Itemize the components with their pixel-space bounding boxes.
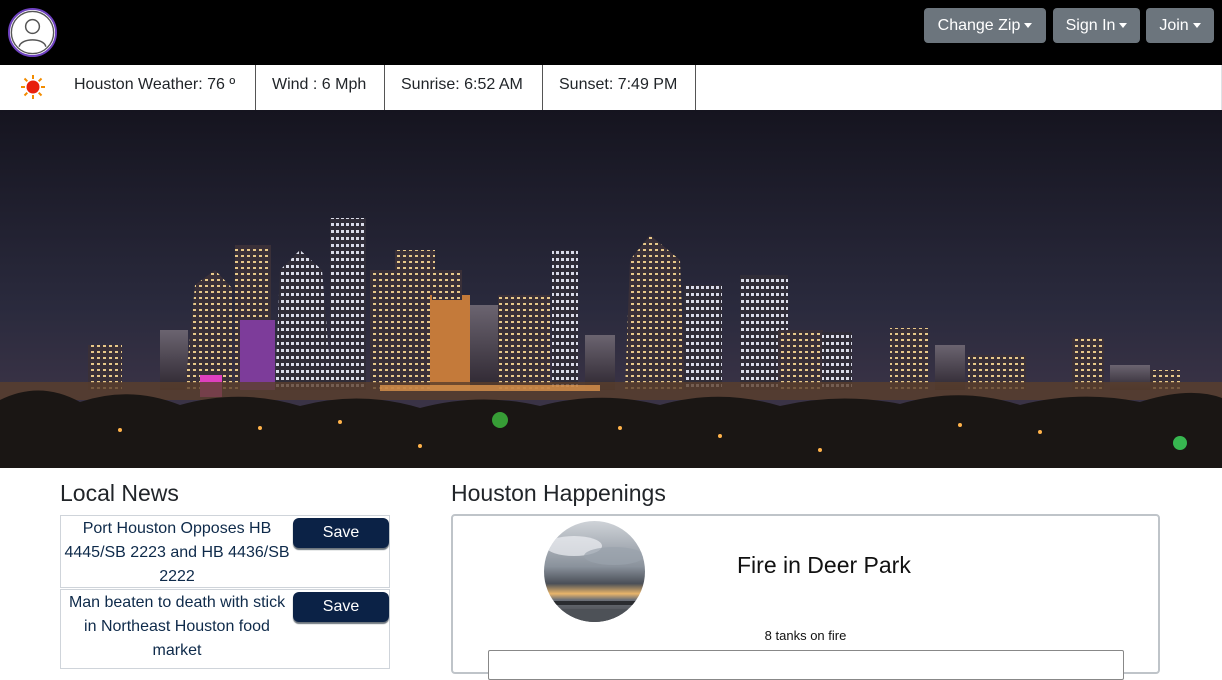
chevron-down-icon — [1024, 23, 1033, 28]
change-zip-label: Change Zip — [937, 17, 1021, 34]
news-headline[interactable]: Port Houston Opposes HB 4445/SB 2223 and… — [61, 516, 293, 589]
chevron-down-icon — [1119, 23, 1128, 28]
join-button[interactable]: Join — [1146, 8, 1214, 43]
change-zip-button[interactable]: Change Zip — [924, 8, 1046, 43]
happening-card: Fire in Deer Park 8 tanks on fire — [451, 514, 1160, 680]
comment-input[interactable] — [488, 650, 1124, 680]
weather-wind: Wind : 6 Mph — [256, 65, 385, 110]
local-news-title: Local News — [60, 480, 179, 506]
sun-icon — [20, 74, 46, 100]
sign-in-button[interactable]: Sign In — [1053, 8, 1140, 43]
save-button[interactable]: Save — [293, 518, 389, 548]
event-title: Fire in Deer Park — [737, 552, 911, 578]
event-photo — [544, 521, 645, 622]
top-navbar: Change Zip Sign In Join — [0, 0, 1222, 65]
event-description: 8 tanks on fire — [764, 628, 847, 643]
news-item[interactable]: Port Houston Opposes HB 4445/SB 2223 and… — [60, 515, 390, 588]
weather-temperature: Houston Weather: 76 º — [60, 65, 256, 110]
user-avatar-icon[interactable] — [8, 8, 57, 57]
save-button[interactable]: Save — [293, 592, 389, 622]
sign-in-label: Sign In — [1065, 17, 1116, 34]
weather-bar: Houston Weather: 76 º Wind : 6 Mph Sunri… — [0, 65, 1222, 110]
chevron-down-icon — [1192, 23, 1201, 28]
join-label: Join — [1159, 17, 1189, 34]
news-item[interactable]: Man beaten to death with stick in Northe… — [60, 589, 390, 669]
weather-sunrise: Sunrise: 6:52 AM — [385, 65, 543, 110]
happenings-title: Houston Happenings — [451, 480, 666, 506]
weather-sunset: Sunset: 7:49 PM — [543, 65, 696, 110]
news-headline[interactable]: Man beaten to death with stick in Northe… — [61, 590, 293, 663]
hero-skyline-image — [0, 110, 1222, 468]
